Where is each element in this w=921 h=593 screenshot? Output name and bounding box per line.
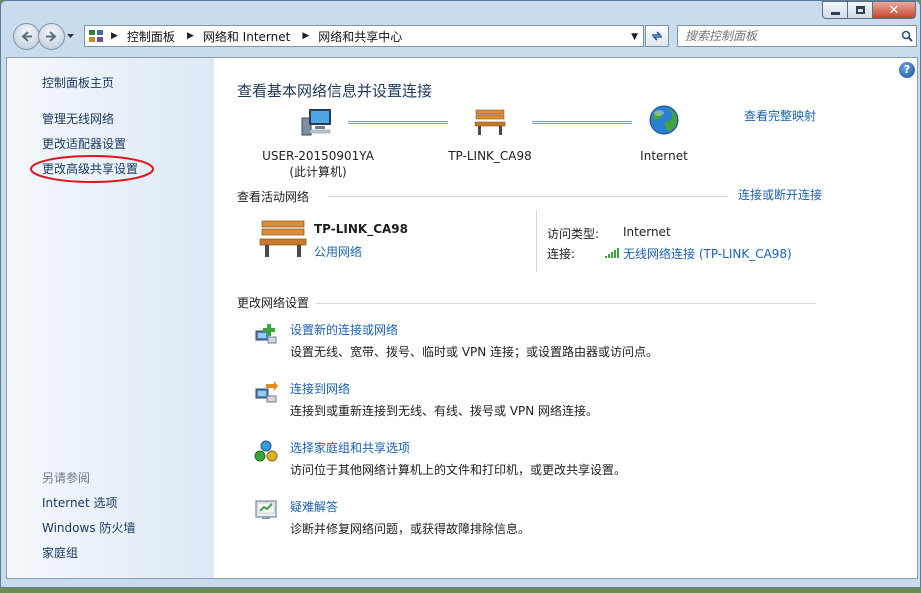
breadcrumb-separator-icon[interactable]: ▶ [111, 31, 118, 41]
task-title[interactable]: 选择家庭组和共享选项 [290, 439, 410, 456]
recent-pages-dropdown[interactable] [67, 23, 77, 50]
content-area: 控制面板主页 管理无线网络 更改适配器设置 更改高级共享设置 另请参阅 Inte… [6, 57, 918, 579]
breadcrumb: ▶ 控制面板 ▶ 网络和 Internet ▶ 网络和共享中心 [108, 28, 402, 45]
refresh-icon [652, 31, 662, 41]
caption-buttons: ✕ [822, 1, 916, 19]
sidebar-item-homegroup[interactable]: 家庭组 [42, 544, 78, 561]
connect-disconnect-link[interactable]: 连接或断开连接 [738, 186, 822, 203]
close-icon: ✕ [888, 2, 900, 18]
view-full-map-link[interactable]: 查看完整映射 [744, 107, 816, 124]
computer-sub: (此计算机) [289, 165, 347, 179]
breadcrumb-separator-icon[interactable]: ▶ [302, 31, 309, 41]
back-button[interactable] [13, 23, 40, 50]
breadcrumb-separator-icon[interactable]: ▶ [187, 31, 194, 41]
minimize-button[interactable] [822, 1, 848, 19]
change-settings-heading: 更改网络设置 [237, 296, 310, 310]
breadcrumb-network-internet[interactable]: 网络和 Internet [203, 28, 290, 45]
maximize-icon [855, 6, 865, 14]
task-description: 连接到或重新连接到无线、有线、拨号或 VPN 网络连接。 [290, 404, 599, 418]
network-name: TP-LINK_CA98 [448, 149, 532, 163]
computer-name: USER-20150901YA [262, 149, 374, 163]
close-button[interactable]: ✕ [873, 1, 916, 19]
minimize-icon [830, 11, 840, 15]
computer-icon[interactable] [300, 106, 334, 138]
window: ✕ ▶ 控制面板 ▶ 网络和 Internet ▶ 网络和共享中心 ▼ 搜索控制… [0, 0, 921, 588]
page-title: 查看基本网络信息并设置连接 [237, 82, 433, 100]
sidebar-item-change-adapter[interactable]: 更改适配器设置 [42, 135, 126, 152]
bench-icon[interactable] [473, 107, 507, 137]
nav-buttons [13, 23, 77, 50]
back-arrow-icon [21, 31, 32, 42]
task-title[interactable]: 设置新的连接或网络 [290, 321, 398, 338]
chevron-down-icon [67, 34, 74, 38]
address-dropdown-icon[interactable]: ▼ [631, 32, 638, 42]
breadcrumb-network-sharing-center[interactable]: 网络和共享中心 [318, 28, 402, 45]
desktop-strip [0, 588, 921, 593]
sidebar-item-advanced-sharing[interactable]: 更改高级共享设置 [42, 160, 138, 177]
see-also-heading: 另请参阅 [42, 471, 91, 485]
signal-strength-icon [605, 248, 619, 258]
task-title[interactable]: 疑难解答 [290, 498, 338, 515]
sidebar-item-manage-wireless[interactable]: 管理无线网络 [42, 110, 114, 127]
forward-button[interactable] [38, 23, 65, 50]
bench-icon [259, 220, 307, 257]
active-network-name: TP-LINK_CA98 [314, 222, 408, 236]
network-type-link[interactable]: 公用网络 [314, 243, 362, 260]
new-connection-icon [255, 324, 277, 344]
access-type-value: Internet [623, 225, 671, 239]
main-panel: 查看基本网络信息并设置连接 查看完整映射 USER-20150901YA (此计… [236, 58, 836, 578]
connection-label: 连接: [547, 247, 576, 261]
search-input[interactable] [678, 29, 898, 43]
forward-arrow-icon [46, 31, 57, 42]
connect-network-icon [255, 381, 278, 403]
link-line [532, 121, 632, 124]
link-line [348, 121, 448, 124]
divider [328, 196, 728, 197]
divider [536, 210, 537, 272]
address-bar[interactable]: ▶ 控制面板 ▶ 网络和 Internet ▶ 网络和共享中心 ▼ [84, 25, 644, 47]
search-icon[interactable] [898, 30, 916, 42]
globe-icon[interactable] [648, 104, 680, 136]
search-box[interactable] [677, 25, 917, 47]
maximize-button[interactable] [848, 1, 873, 19]
breadcrumb-control-panel[interactable]: 控制面板 [127, 28, 175, 45]
task-description: 访问位于其他网络计算机上的文件和打印机，或更改共享设置。 [290, 463, 627, 477]
control-panel-icon [89, 30, 103, 42]
task-pane: 控制面板主页 管理无线网络 更改适配器设置 更改高级共享设置 另请参阅 Inte… [7, 58, 214, 578]
refresh-button[interactable] [645, 25, 669, 47]
homegroup-icon [254, 440, 278, 462]
active-networks-heading: 查看活动网络 [237, 190, 310, 204]
access-type-label: 访问类型: [547, 227, 600, 241]
wireless-connection-link[interactable]: 无线网络连接 (TP-LINK_CA98) [623, 245, 792, 262]
divider [316, 303, 816, 304]
troubleshoot-icon [255, 500, 277, 519]
help-icon[interactable]: ? [899, 62, 915, 78]
sidebar-item-internet-options[interactable]: Internet 选项 [42, 494, 117, 511]
task-description: 设置无线、宽带、拨号、临时或 VPN 连接；或设置路由器或访问点。 [290, 345, 659, 359]
task-title[interactable]: 连接到网络 [290, 380, 350, 397]
sidebar-item-control-panel-home[interactable]: 控制面板主页 [42, 74, 114, 91]
task-description: 诊断并修复网络问题，或获得故障排除信息。 [290, 522, 531, 536]
sidebar-item-windows-firewall[interactable]: Windows 防火墙 [42, 519, 135, 536]
internet-label: Internet [640, 149, 688, 163]
